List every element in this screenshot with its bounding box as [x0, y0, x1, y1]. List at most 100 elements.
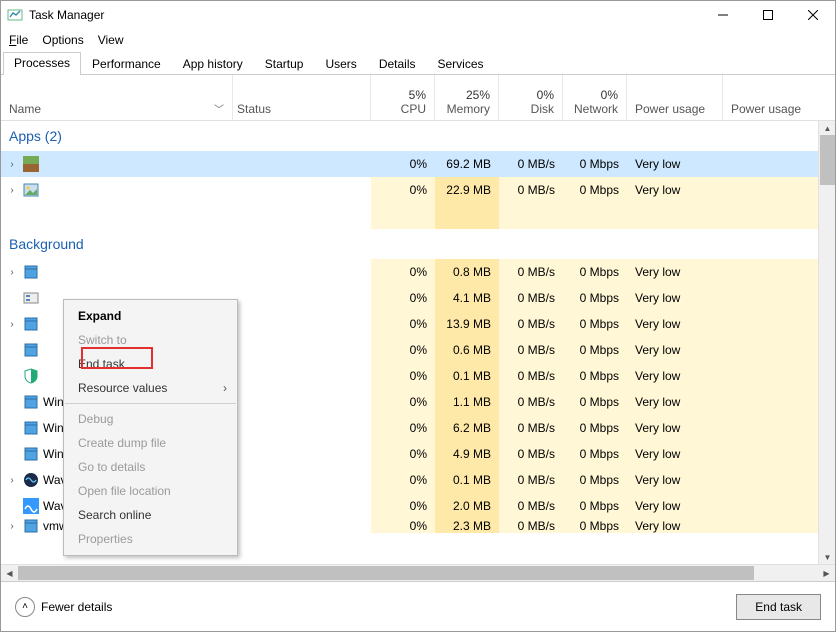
- group-background[interactable]: Background: [1, 229, 835, 259]
- close-button[interactable]: [790, 1, 835, 29]
- network-cell: 0 Mbps: [563, 519, 627, 533]
- hscroll-thumb[interactable]: [18, 566, 754, 580]
- network-cell: 0 Mbps: [563, 493, 627, 519]
- cpu-cell: 0%: [371, 389, 435, 415]
- process-icon: [23, 316, 39, 332]
- scroll-thumb[interactable]: [820, 135, 835, 185]
- ctx-resource-values[interactable]: Resource values: [64, 376, 237, 400]
- table-row[interactable]: › 0% 69.2 MB 0 MB/s 0 Mbps Very low: [1, 151, 835, 177]
- cpu-cell: 0%: [371, 259, 435, 285]
- memory-cell: 13.9 MB: [435, 311, 499, 337]
- ctx-open-file-loc[interactable]: Open file location: [64, 479, 237, 503]
- menu-bar: File Options View: [1, 29, 835, 51]
- chevron-up-icon: ˄: [15, 597, 35, 617]
- horizontal-scrollbar[interactable]: ◀ ▶: [1, 564, 835, 581]
- tab-services[interactable]: Services: [427, 53, 495, 74]
- memory-cell: 2.0 MB: [435, 493, 499, 519]
- table-row[interactable]: › 0% 0.8 MB 0 MB/s 0 Mbps Very low: [1, 259, 835, 285]
- disk-cell: 0 MB/s: [499, 151, 563, 177]
- ctx-debug[interactable]: Debug: [64, 407, 237, 431]
- scroll-up-icon[interactable]: ▲: [820, 121, 835, 135]
- ctx-separator: [65, 403, 236, 404]
- tab-app-history[interactable]: App history: [172, 53, 254, 74]
- col-status[interactable]: Status: [233, 75, 371, 120]
- minimize-button[interactable]: [700, 1, 745, 29]
- power-cell: Very low: [627, 285, 723, 311]
- group-apps[interactable]: Apps (2): [1, 121, 835, 151]
- scroll-left-icon[interactable]: ◀: [1, 565, 18, 581]
- memory-cell: 6.2 MB: [435, 415, 499, 441]
- col-power2[interactable]: Power usage: [723, 75, 818, 120]
- tab-performance[interactable]: Performance: [81, 53, 172, 74]
- menu-view[interactable]: View: [98, 33, 124, 47]
- table-row: [1, 203, 835, 229]
- process-list: Apps (2) › 0% 69.2 MB 0 MB/s 0 Mbps Very…: [1, 121, 835, 564]
- table-row[interactable]: › 0% 22.9 MB 0 MB/s 0 Mbps Very low: [1, 177, 835, 203]
- process-icon: [23, 182, 39, 198]
- power-cell: Very low: [627, 441, 723, 467]
- scroll-down-icon[interactable]: ▼: [820, 550, 835, 564]
- chevron-right-icon[interactable]: ›: [5, 475, 19, 486]
- process-icon: [23, 472, 39, 488]
- column-headers: Name ﹀ Status 5%CPU 25%Memory 0%Disk 0%N…: [1, 75, 835, 121]
- process-icon: [23, 519, 39, 533]
- disk-cell: 0 MB/s: [499, 311, 563, 337]
- maximize-button[interactable]: [745, 1, 790, 29]
- menu-options[interactable]: Options: [42, 33, 83, 47]
- chevron-right-icon[interactable]: ›: [5, 319, 19, 330]
- ctx-end-task[interactable]: End task: [64, 352, 237, 376]
- disk-cell: 0 MB/s: [499, 337, 563, 363]
- ctx-properties[interactable]: Properties: [64, 527, 237, 551]
- chevron-down-icon[interactable]: ﹀: [214, 101, 224, 116]
- vertical-scrollbar[interactable]: ▲ ▼: [818, 121, 835, 564]
- network-cell: 0 Mbps: [563, 441, 627, 467]
- cpu-cell: 0%: [371, 363, 435, 389]
- chevron-right-icon[interactable]: ›: [5, 159, 19, 170]
- menu-file[interactable]: File: [9, 33, 28, 47]
- ctx-switch-to[interactable]: Switch to: [64, 328, 237, 352]
- fewer-details-button[interactable]: ˄ Fewer details: [15, 597, 112, 617]
- tab-startup[interactable]: Startup: [254, 53, 315, 74]
- tab-processes[interactable]: Processes: [3, 52, 81, 75]
- process-icon: [23, 290, 39, 306]
- ctx-expand[interactable]: Expand: [64, 304, 237, 328]
- scroll-right-icon[interactable]: ▶: [818, 565, 835, 581]
- memory-cell: 0.6 MB: [435, 337, 499, 363]
- disk-cell: 0 MB/s: [499, 389, 563, 415]
- memory-cell: 1.1 MB: [435, 389, 499, 415]
- process-icon: [23, 498, 39, 514]
- chevron-right-icon[interactable]: ›: [5, 521, 19, 532]
- col-power[interactable]: Power usage: [627, 75, 723, 120]
- titlebar: Task Manager: [1, 1, 835, 29]
- disk-cell: 0 MB/s: [499, 363, 563, 389]
- col-network[interactable]: 0%Network: [563, 75, 627, 120]
- power-cell: Very low: [627, 177, 723, 203]
- disk-cell: 0 MB/s: [499, 415, 563, 441]
- power-cell: Very low: [627, 337, 723, 363]
- chevron-right-icon[interactable]: ›: [5, 185, 19, 196]
- disk-cell: 0 MB/s: [499, 285, 563, 311]
- ctx-search-online[interactable]: Search online: [64, 503, 237, 527]
- cpu-cell: 0%: [371, 151, 435, 177]
- end-task-button[interactable]: End task: [736, 594, 821, 620]
- ctx-go-to-details[interactable]: Go to details: [64, 455, 237, 479]
- context-menu: Expand Switch to End task Resource value…: [63, 299, 238, 556]
- col-name[interactable]: Name ﹀: [1, 75, 233, 120]
- chevron-right-icon[interactable]: ›: [5, 267, 19, 278]
- col-cpu[interactable]: 5%CPU: [371, 75, 435, 120]
- tab-users[interactable]: Users: [314, 53, 367, 74]
- ctx-create-dump[interactable]: Create dump file: [64, 431, 237, 455]
- tab-details[interactable]: Details: [368, 53, 427, 74]
- power-cell: Very low: [627, 493, 723, 519]
- memory-cell: 4.1 MB: [435, 285, 499, 311]
- memory-cell: 0.1 MB: [435, 467, 499, 493]
- power-cell: Very low: [627, 151, 723, 177]
- process-icon: [23, 420, 39, 436]
- col-memory[interactable]: 25%Memory: [435, 75, 499, 120]
- network-cell: 0 Mbps: [563, 389, 627, 415]
- network-cell: 0 Mbps: [563, 363, 627, 389]
- network-cell: 0 Mbps: [563, 259, 627, 285]
- cpu-cell: 0%: [371, 467, 435, 493]
- col-disk[interactable]: 0%Disk: [499, 75, 563, 120]
- memory-cell: 4.9 MB: [435, 441, 499, 467]
